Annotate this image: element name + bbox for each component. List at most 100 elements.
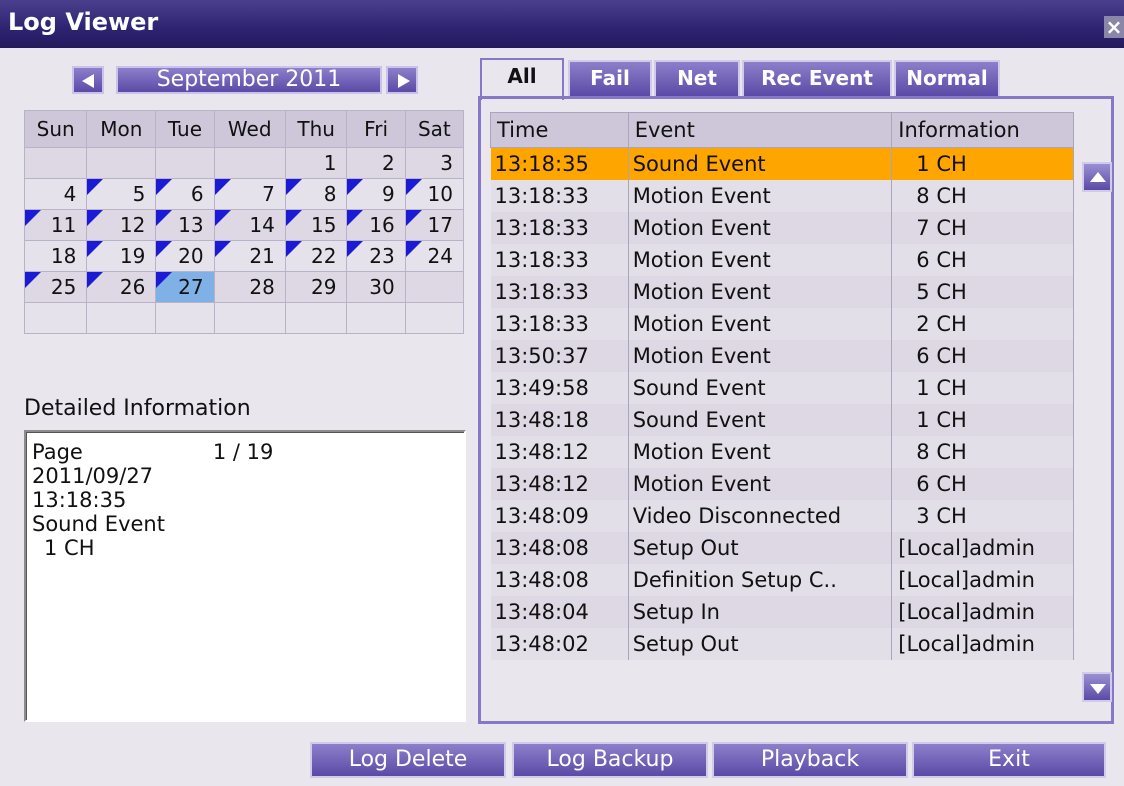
detail-page-value: 1 / 19	[212, 440, 274, 464]
log-row[interactable]: 13:48:09 Video Disconnected 3 CH	[490, 500, 1074, 532]
log-row[interactable]: 13:48:08 Setup Out [Local]admin	[490, 532, 1074, 564]
calendar-day[interactable]: 5	[86, 178, 157, 210]
tab-all[interactable]: All	[480, 58, 564, 100]
log-event-cell: Motion Event	[628, 468, 893, 500]
tab-normal[interactable]: Normal	[894, 60, 1000, 96]
log-info-cell: [Local]admin	[891, 596, 1074, 628]
tab-net[interactable]: Net	[654, 60, 740, 96]
calendar-day[interactable]: 12	[86, 209, 157, 241]
calendar-day[interactable]: 23	[346, 240, 406, 272]
calendar-day-number: 29	[311, 275, 337, 299]
calendar-day[interactable]: 14	[213, 209, 286, 241]
calendar-day[interactable]: 6	[155, 178, 215, 210]
log-row[interactable]: 13:48:12 Motion Event 6 CH	[490, 468, 1074, 500]
log-event-cell: Sound Event	[628, 404, 893, 436]
calendar-day[interactable]: 24	[404, 240, 465, 272]
calendar-day[interactable]: 29	[284, 271, 348, 303]
log-row[interactable]: 13:50:37 Motion Event 6 CH	[490, 340, 1074, 372]
calendar-day[interactable]: 1	[284, 147, 348, 179]
calendar-day[interactable]: 27	[155, 271, 215, 303]
calendar-day-number: 19	[119, 244, 146, 268]
calendar-day[interactable]: 8	[284, 178, 348, 210]
calendar-day[interactable]: 4	[23, 178, 88, 210]
scroll-up-button[interactable]	[1082, 162, 1112, 192]
calendar-day[interactable]: 16	[346, 209, 406, 241]
prev-month-button[interactable]	[72, 66, 104, 94]
calendar-day[interactable]: 19	[86, 240, 157, 272]
calendar-day[interactable]: 3	[404, 147, 465, 179]
calendar-day[interactable]: 18	[23, 240, 88, 272]
calendar-day[interactable]: 11	[23, 209, 88, 241]
log-flag-icon	[347, 241, 364, 257]
log-flag-icon	[25, 210, 41, 226]
calendar-day[interactable]: 26	[86, 271, 157, 303]
log-time-cell: 13:48:04	[490, 596, 629, 628]
log-row[interactable]: 13:18:33 Motion Event 5 CH	[490, 276, 1074, 308]
calendar-empty-cell	[155, 302, 215, 334]
log-row[interactable]: 13:18:33 Motion Event 2 CH	[490, 308, 1074, 340]
scroll-down-button[interactable]	[1082, 672, 1112, 702]
log-row[interactable]: 13:18:33 Motion Event 6 CH	[490, 244, 1074, 276]
calendar-day-number: 21	[249, 244, 275, 268]
log-event-cell: Setup Out	[628, 628, 893, 660]
log-flag-icon	[285, 210, 302, 226]
log-row[interactable]: 13:18:33 Motion Event 8 CH	[490, 180, 1074, 212]
tab-rec-event[interactable]: Rec Event	[742, 60, 892, 96]
calendar-day-number: 27	[178, 275, 204, 299]
detail-page-line: Page 1 / 19	[32, 440, 458, 464]
log-info-cell: 1 CH	[891, 372, 1074, 404]
calendar-day-number: 13	[178, 213, 204, 237]
log-backup-button[interactable]: Log Backup	[512, 742, 708, 778]
log-row[interactable]: 13:48:08 Definition Setup C.. [Local]admin	[490, 564, 1074, 596]
calendar-day[interactable]: 25	[23, 271, 88, 303]
calendar-day[interactable]: 17	[404, 209, 465, 241]
calendar-day[interactable]: 13	[155, 209, 215, 241]
column-header-event[interactable]: Event	[627, 112, 893, 148]
log-flag-icon	[214, 179, 231, 195]
log-info-cell: [Local]admin	[891, 532, 1074, 564]
calendar-day[interactable]: 21	[213, 240, 286, 272]
log-info-cell: 8 CH	[891, 436, 1074, 468]
log-row[interactable]: 13:49:58 Sound Event 1 CH	[490, 372, 1074, 404]
calendar-day-number: 7	[262, 182, 275, 206]
log-row[interactable]: 13:18:35 Sound Event 1 CH	[490, 147, 1074, 180]
log-row[interactable]: 13:48:12 Motion Event 8 CH	[490, 436, 1074, 468]
log-row[interactable]: 13:48:04 Setup In [Local]admin	[490, 596, 1074, 628]
log-flag-icon	[156, 272, 173, 288]
log-row[interactable]: 13:48:18 Sound Event 1 CH	[490, 404, 1074, 436]
log-info-cell: 2 CH	[891, 308, 1074, 340]
log-event-cell: Sound Event	[628, 372, 893, 404]
log-time-cell: 13:48:09	[490, 500, 629, 532]
column-header-information[interactable]: Information	[891, 112, 1074, 148]
calendar-day-number: 2	[381, 151, 395, 175]
calendar-empty-cell	[404, 302, 465, 334]
arrow-right-icon	[398, 74, 410, 88]
calendar-day[interactable]: 9	[346, 178, 406, 210]
calendar-day[interactable]: 15	[284, 209, 348, 241]
next-month-button[interactable]	[386, 66, 418, 94]
log-row[interactable]: 13:18:33 Motion Event 7 CH	[490, 212, 1074, 244]
calendar-day[interactable]: 22	[284, 240, 348, 272]
exit-button[interactable]: Exit	[912, 742, 1106, 778]
log-event-cell: Motion Event	[628, 244, 893, 276]
log-event-cell: Sound Event	[628, 147, 893, 180]
close-icon[interactable]: ×	[1104, 16, 1124, 38]
calendar-day[interactable]: 10	[404, 178, 465, 210]
weekday-header: Wed	[213, 110, 286, 148]
tab-fail[interactable]: Fail	[568, 60, 652, 96]
calendar-day[interactable]: 30	[346, 271, 406, 303]
playback-button[interactable]: Playback	[712, 742, 908, 778]
weekday-header: Tue	[155, 110, 215, 148]
column-header-time[interactable]: Time	[490, 112, 629, 148]
calendar-day[interactable]: 20	[155, 240, 215, 272]
month-label: September 2011	[116, 66, 382, 94]
calendar-day-number: 11	[50, 213, 77, 237]
calendar-day-number: 30	[369, 275, 395, 299]
calendar-day-number: 10	[427, 182, 453, 206]
log-row[interactable]: 13:48:02 Setup Out [Local]admin	[490, 628, 1074, 660]
calendar-day[interactable]: 2	[346, 147, 406, 179]
log-delete-button[interactable]: Log Delete	[310, 742, 506, 778]
calendar-day[interactable]: 28	[213, 271, 286, 303]
log-flag-icon	[214, 241, 231, 257]
calendar-day[interactable]: 7	[213, 178, 286, 210]
